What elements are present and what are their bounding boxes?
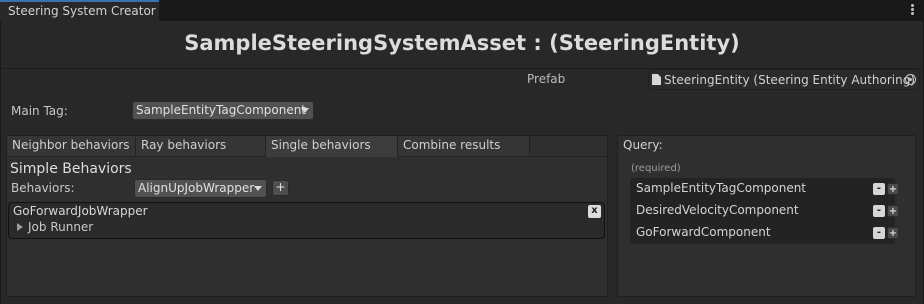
- list-item: DesiredVelocityComponent - +: [630, 200, 899, 222]
- remove-component-button[interactable]: -: [873, 183, 885, 195]
- main-tag-label: Main Tag:: [11, 104, 68, 118]
- page-title: SampleSteeringSystemAsset : (SteeringEnt…: [184, 31, 740, 55]
- prefab-value: SteeringEntity (Steering Entity Authorin…: [664, 73, 915, 87]
- add-component-button[interactable]: +: [887, 227, 899, 239]
- add-component-button[interactable]: +: [887, 183, 899, 195]
- main-tag-value: SampleEntityTagComponent: [136, 103, 307, 117]
- editor-window: SampleSteeringSystemAsset : (SteeringEnt…: [0, 21, 924, 304]
- tab-combine-results[interactable]: Combine results: [398, 136, 530, 157]
- foldout-arrow-icon: [17, 223, 23, 231]
- job-runner-foldout[interactable]: Job Runner: [17, 220, 93, 234]
- section-title: Simple Behaviors: [10, 161, 132, 177]
- add-behavior-button[interactable]: +: [272, 180, 289, 196]
- query-label: Query:: [623, 138, 663, 152]
- list-item: GoForwardComponent - +: [630, 222, 899, 244]
- remove-behavior-button[interactable]: x: [588, 205, 601, 218]
- more-options-icon[interactable]: [911, 4, 915, 16]
- chevron-down-icon: [301, 108, 309, 113]
- component-name: GoForwardComponent: [636, 225, 771, 239]
- main-tag-dropdown[interactable]: SampleEntityTagComponent: [132, 101, 314, 120]
- component-name: SampleEntityTagComponent: [636, 181, 807, 195]
- query-component-list: SampleEntityTagComponent - + DesiredVelo…: [630, 178, 899, 244]
- remove-component-button[interactable]: -: [873, 205, 885, 217]
- window-tab-strip: Steering System Creator: [0, 0, 924, 21]
- object-picker-icon[interactable]: [905, 74, 916, 85]
- tab-neighbor-behaviors[interactable]: Neighbor behaviors: [7, 136, 136, 157]
- behavior-item-name: GoForwardJobWrapper: [13, 204, 148, 218]
- remove-component-button[interactable]: -: [873, 227, 885, 239]
- component-name: DesiredVelocityComponent: [636, 203, 799, 217]
- behaviors-value: AlignUpJobWrapper: [138, 181, 255, 195]
- chevron-down-icon: [254, 186, 262, 191]
- required-label: (required): [631, 163, 681, 174]
- query-panel: Query: (required) SampleEntityTagCompone…: [617, 135, 916, 297]
- add-component-button[interactable]: +: [887, 205, 899, 217]
- prefab-label: Prefab: [527, 72, 566, 86]
- behaviors-panel: Neighbor behaviors Ray behaviors Single …: [6, 135, 608, 297]
- foldout-label: Job Runner: [28, 220, 94, 234]
- list-item: SampleEntityTagComponent - +: [630, 178, 899, 200]
- window-tab[interactable]: Steering System Creator: [0, 0, 159, 21]
- behavior-item: GoForwardJobWrapper x Job Runner: [8, 202, 605, 239]
- behaviors-dropdown[interactable]: AlignUpJobWrapper: [134, 179, 267, 198]
- prefab-asset-icon: [652, 74, 661, 85]
- behaviors-label: Behaviors:: [11, 181, 75, 195]
- tab-single-behaviors[interactable]: Single behaviors: [266, 136, 398, 157]
- behavior-tabs: Neighbor behaviors Ray behaviors Single …: [7, 136, 530, 157]
- tab-ray-behaviors[interactable]: Ray behaviors: [136, 136, 266, 157]
- prefab-object-field[interactable]: SteeringEntity (Steering Entity Authorin…: [648, 69, 920, 90]
